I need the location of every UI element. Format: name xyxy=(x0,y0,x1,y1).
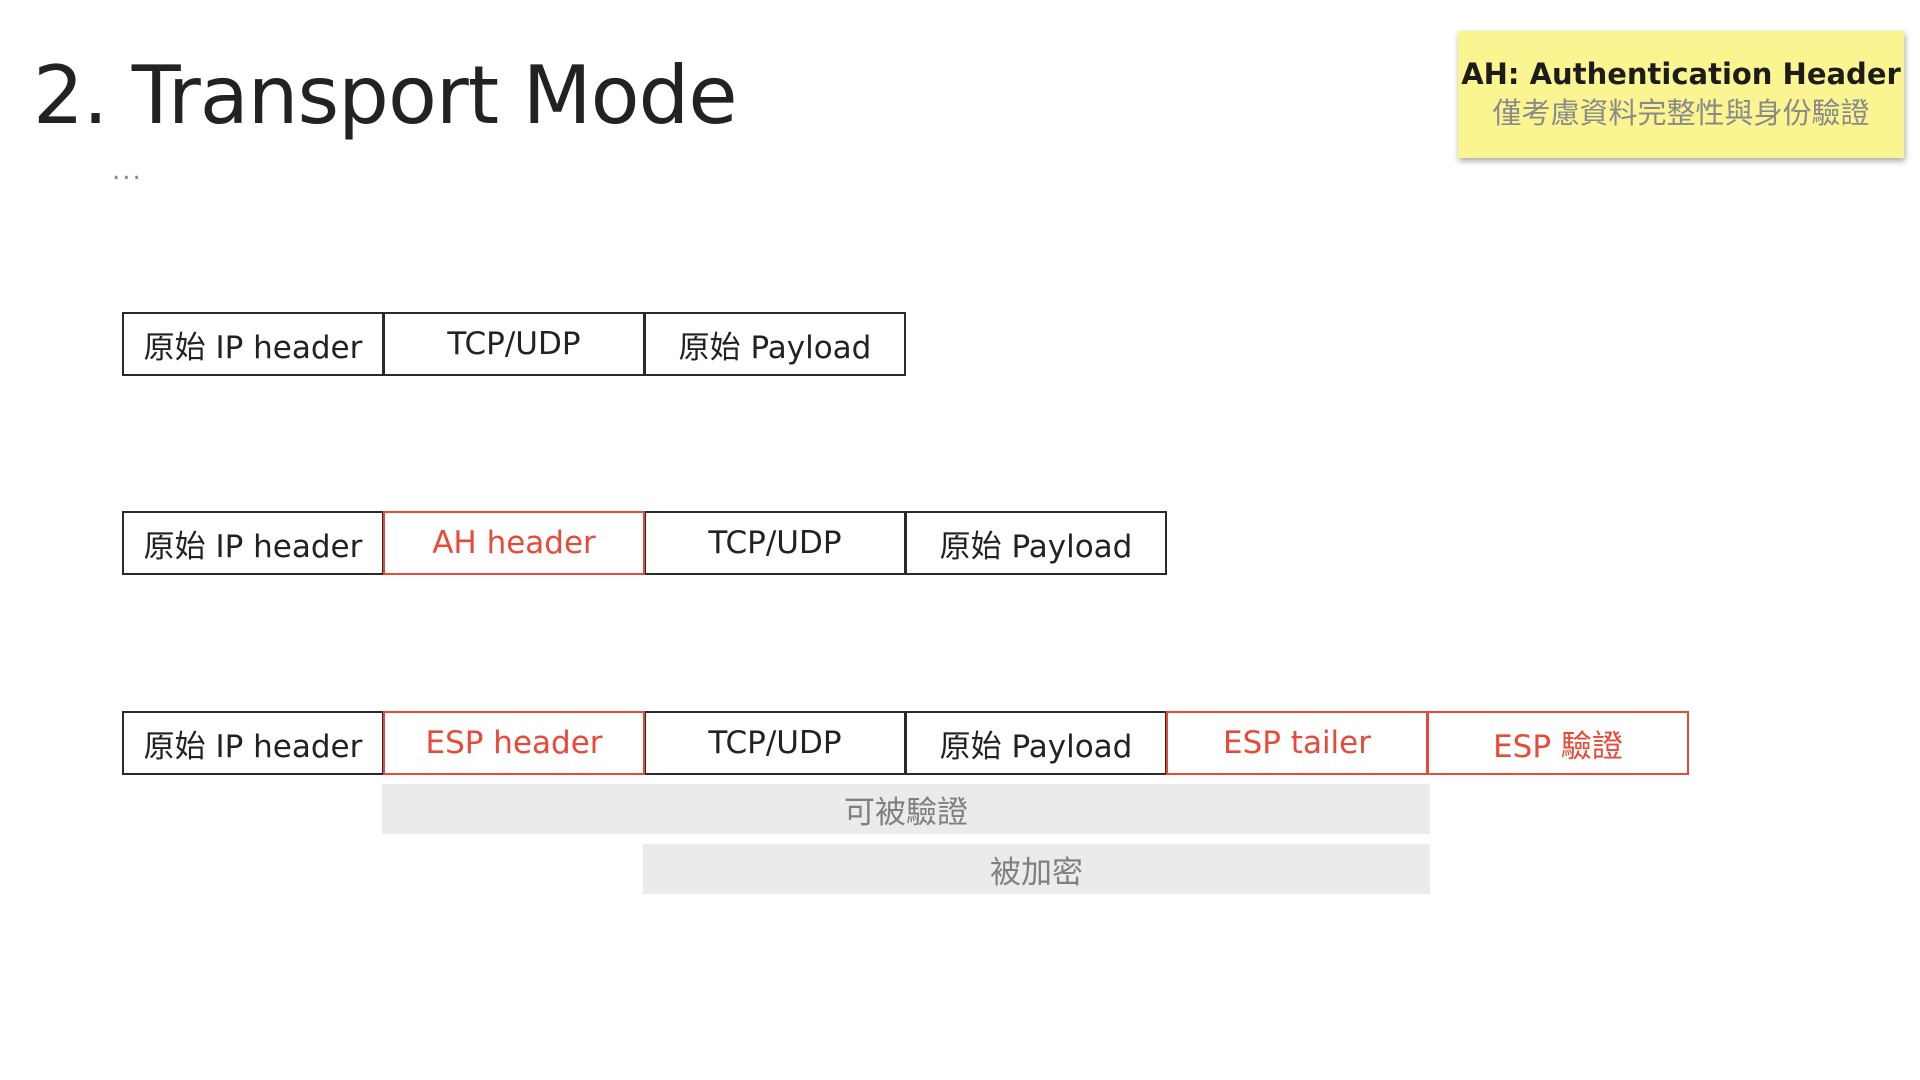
field-original-ip-header: 原始 IP header xyxy=(122,312,384,376)
encrypted-span-bar: 被加密 xyxy=(643,844,1430,894)
field-tcp-udp: TCP/UDP xyxy=(383,312,645,376)
sticky-note: AH: Authentication Header 僅考慮資料完整性與身份驗證 xyxy=(1458,31,1904,158)
field-original-payload: 原始 Payload xyxy=(905,511,1167,575)
ah-packet-row: 原始 IP header AH header TCP/UDP 原始 Payloa… xyxy=(122,511,1167,575)
esp-packet-row: 原始 IP header ESP header TCP/UDP 原始 Paylo… xyxy=(122,711,1689,775)
authenticated-span-bar: 可被驗證 xyxy=(382,784,1430,834)
original-packet-row: 原始 IP header TCP/UDP 原始 Payload xyxy=(122,312,906,376)
field-original-ip-header: 原始 IP header xyxy=(122,711,384,775)
field-original-ip-header: 原始 IP header xyxy=(122,511,384,575)
field-esp-auth: ESP 驗證 xyxy=(1427,711,1689,775)
note-title: AH: Authentication Header xyxy=(1461,57,1901,91)
field-tcp-udp: TCP/UDP xyxy=(644,511,906,575)
field-esp-tailer: ESP tailer xyxy=(1166,711,1428,775)
slide-title: 2. Transport Mode xyxy=(33,49,738,142)
field-tcp-udp: TCP/UDP xyxy=(644,711,906,775)
field-esp-header: ESP header xyxy=(383,711,645,775)
field-ah-header: AH header xyxy=(383,511,645,575)
field-original-payload: 原始 Payload xyxy=(905,711,1167,775)
field-original-payload: 原始 Payload xyxy=(644,312,906,376)
ellipsis: ... xyxy=(112,156,143,186)
note-subtitle: 僅考慮資料完整性與身份驗證 xyxy=(1492,96,1870,130)
